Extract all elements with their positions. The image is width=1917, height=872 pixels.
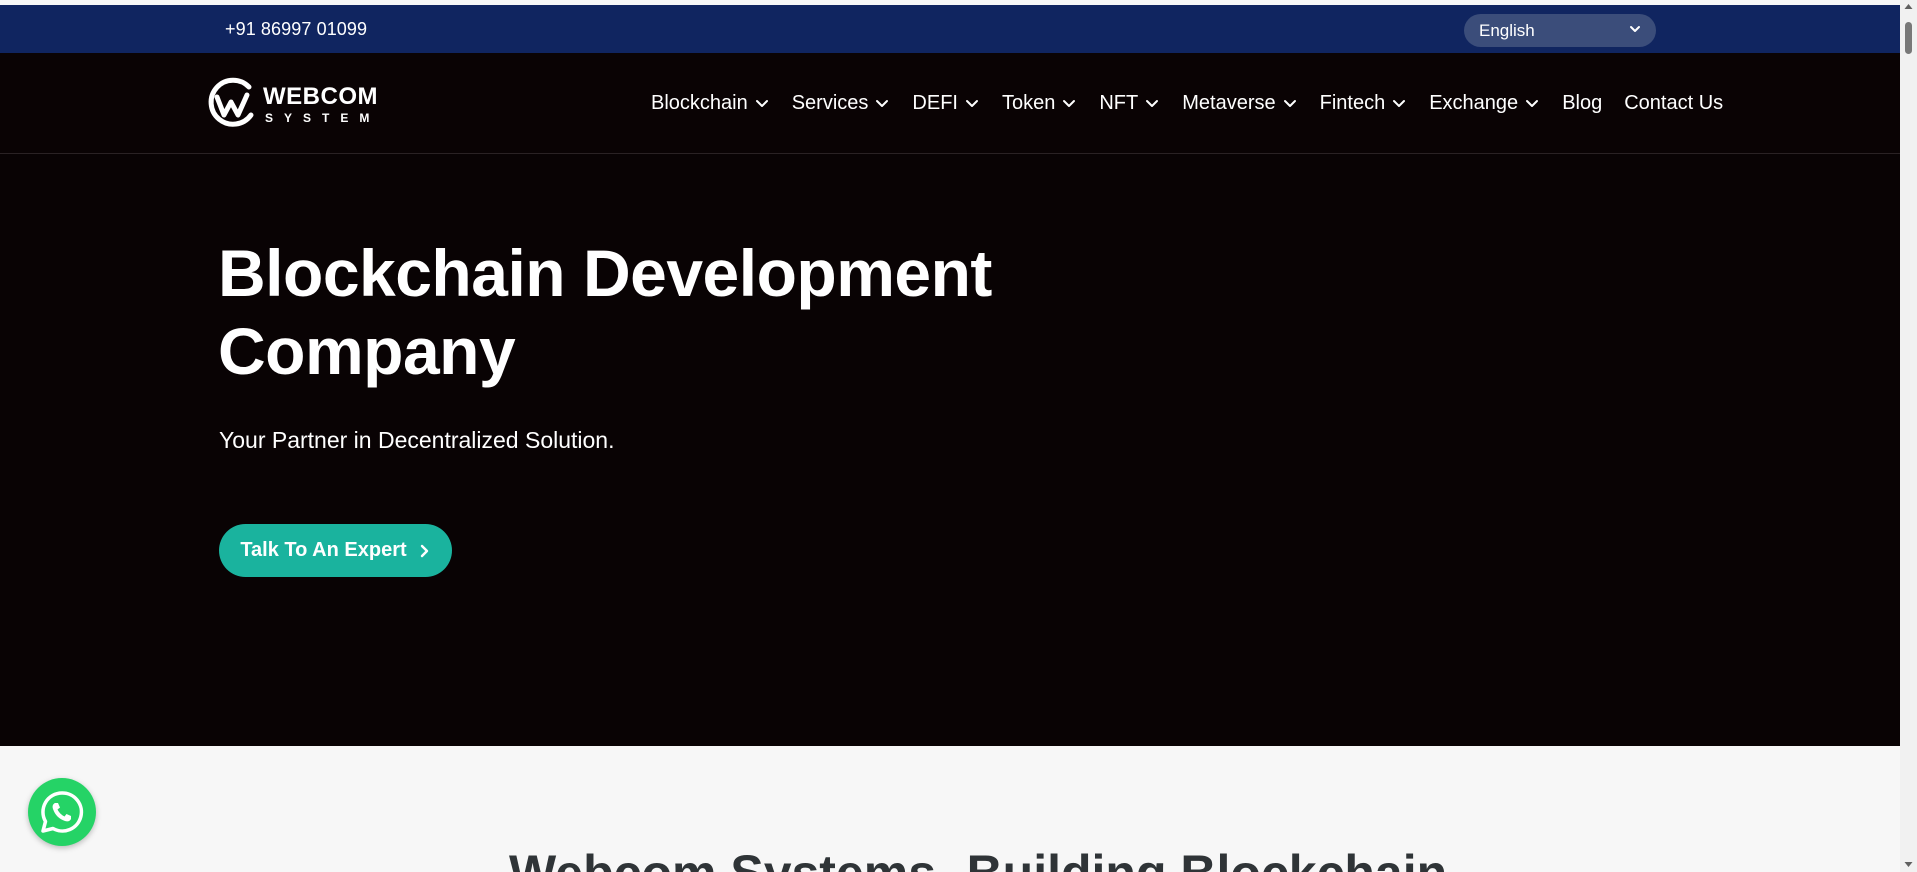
- chevron-down-icon: [1063, 100, 1076, 107]
- chevron-down-icon: [965, 100, 978, 107]
- nav-item-services[interactable]: Services: [792, 92, 891, 115]
- scrollbar-thumb[interactable]: [1905, 22, 1912, 54]
- nav-item-nft[interactable]: NFT: [1099, 92, 1160, 115]
- page: +91 86997 01099 English WEBCOM SYSTEM Bl…: [0, 0, 1900, 872]
- nav-item-label: DEFI: [912, 91, 958, 114]
- nav-item-contact-us[interactable]: Contact Us: [1624, 92, 1723, 115]
- hero-title: Blockchain Development Company: [218, 234, 1118, 390]
- chevron-down-icon: [1393, 100, 1406, 107]
- hero-title-line1: Blockchain Development: [218, 236, 992, 310]
- whatsapp-icon: [41, 791, 84, 833]
- nav-item-label: Services: [791, 91, 869, 114]
- nav-item-label: Blockchain: [651, 91, 748, 114]
- vertical-scrollbar[interactable]: [1900, 0, 1917, 872]
- chevron-down-icon: [1630, 26, 1640, 32]
- top-bar: +91 86997 01099 English: [0, 5, 1900, 53]
- webcom-logo[interactable]: WEBCOM SYSTEM: [205, 75, 378, 131]
- language-selected-value: English: [1479, 21, 1535, 40]
- primary-nav: Blockchain Services DEFI Token NFT Metav…: [651, 53, 1723, 153]
- nav-item-token[interactable]: Token: [1002, 92, 1077, 115]
- nav-item-blog[interactable]: Blog: [1562, 92, 1602, 115]
- nav-item-label: NFT: [1099, 91, 1139, 114]
- logo-text-secondary: SYSTEM: [265, 111, 381, 125]
- nav-item-label: Fintech: [1319, 91, 1386, 114]
- nav-item-defi[interactable]: DEFI: [912, 92, 980, 115]
- nav-item-fintech[interactable]: Fintech: [1320, 92, 1408, 115]
- nav-item-metaverse[interactable]: Metaverse: [1182, 92, 1297, 115]
- nav-item-label: Contact Us: [1624, 91, 1724, 114]
- chevron-down-icon: [1526, 100, 1539, 107]
- intro-section: Webcom Systems- Building Blockchain: [0, 746, 1900, 872]
- chevron-down-icon: [755, 100, 768, 107]
- chevron-down-icon: [1146, 100, 1159, 107]
- hero-section: Blockchain Development Company Your Part…: [0, 154, 1900, 746]
- nav-item-label: Exchange: [1429, 91, 1519, 114]
- cta-label: Talk To An Expert: [240, 539, 407, 561]
- nav-item-exchange[interactable]: Exchange: [1429, 92, 1540, 115]
- language-select[interactable]: English: [1464, 14, 1656, 47]
- section-heading: Webcom Systems- Building Blockchain: [509, 844, 1447, 872]
- hero-subtitle: Your Partner in Decentralized Solution.: [219, 427, 615, 453]
- webcom-logo-icon: [208, 77, 254, 127]
- nav-item-label: Metaverse: [1182, 91, 1276, 114]
- nav-item-blockchain[interactable]: Blockchain: [651, 92, 770, 115]
- nav-item-label: Blog: [1562, 91, 1603, 114]
- main-navbar: WEBCOM SYSTEM Blockchain Services DEFI T…: [0, 53, 1900, 154]
- talk-to-expert-button[interactable]: Talk To An Expert: [219, 524, 452, 577]
- chevron-down-icon: [1283, 100, 1296, 107]
- logo-text-primary: WEBCOM: [263, 83, 378, 110]
- whatsapp-chat-button[interactable]: [28, 778, 96, 846]
- chevron-down-icon: [876, 100, 889, 107]
- scroll-down-arrow-icon[interactable]: [1904, 860, 1913, 869]
- phone-number-link[interactable]: +91 86997 01099: [225, 19, 367, 40]
- nav-item-label: Token: [1001, 91, 1056, 114]
- hero-title-line2: Company: [218, 314, 516, 388]
- chevron-right-icon: [420, 544, 428, 557]
- scroll-up-arrow-icon[interactable]: [1904, 2, 1913, 11]
